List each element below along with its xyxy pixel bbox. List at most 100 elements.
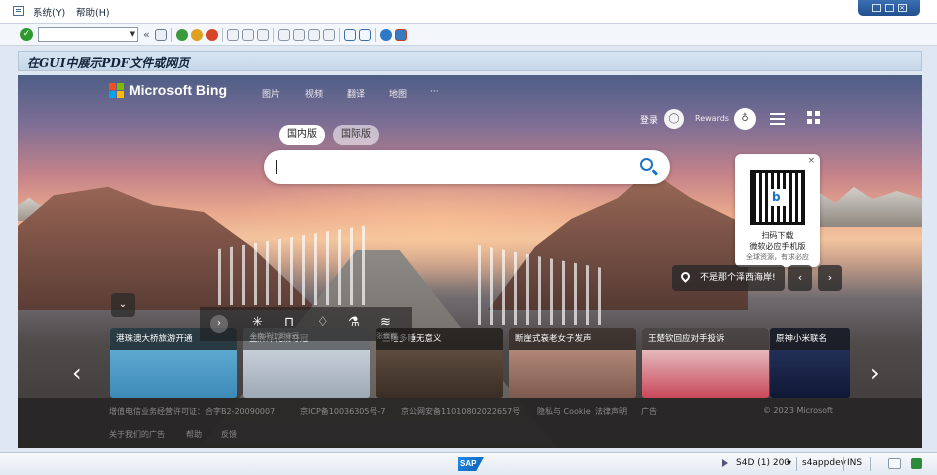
prev-image-button[interactable]: ‹ (788, 265, 812, 291)
qr-download-card: × 扫码下载 微软必应手机版 全球资源，有求必应 (735, 154, 820, 267)
play-icon[interactable] (722, 459, 728, 467)
toolbar-separator (273, 28, 274, 42)
page-title: 在GUI中展示PDF文件或网页 (27, 56, 190, 70)
frame-icon[interactable]: ⊓ (284, 315, 294, 330)
news-subtitle: 全南洋江湖守冠 (250, 332, 299, 340)
bing-logo[interactable]: Microsoft Bing (109, 82, 227, 98)
logo-square-red (109, 82, 116, 90)
server-name: s4appdev (802, 458, 846, 468)
qr-card-subtitle: 微软必应手机版 (749, 242, 806, 251)
last-page-icon[interactable] (323, 29, 335, 41)
status-separator (796, 457, 797, 471)
logo-square-green (117, 82, 124, 90)
print-icon[interactable] (227, 29, 239, 41)
footer-privacy[interactable]: 隐私与 Cookie (537, 406, 591, 417)
exit-icon[interactable] (191, 29, 203, 41)
toolbar-separator (171, 28, 172, 42)
prev-page-icon[interactable] (293, 29, 305, 41)
hamburger-menu-icon[interactable] (770, 113, 785, 125)
cancel-icon[interactable] (206, 29, 218, 41)
microsoft-logo-icon (109, 82, 124, 98)
nav-more[interactable]: ··· (430, 87, 439, 97)
standard-toolbar: ✓ ▼ « (0, 24, 937, 46)
background-fence (218, 225, 368, 305)
find-icon[interactable] (242, 29, 254, 41)
close-icon[interactable]: × (897, 4, 907, 12)
menu-help[interactable]: 帮助(H) (76, 5, 110, 19)
find-next-icon[interactable] (257, 29, 269, 41)
footer-icp[interactable]: 京ICP备10036305号-7 (300, 406, 385, 417)
footer-license[interactable]: 增值电信业务经营许可证：合字B2-20090007 (109, 406, 275, 417)
save-icon[interactable] (155, 29, 167, 41)
customize-layout-icon[interactable] (395, 29, 407, 41)
footer-legal[interactable]: 法律声明 (595, 406, 627, 417)
quick-tools-strip: › ✳ ⊓ ♢ ⚗ ≋ 全南洋江湖守冠 张巍巍 (200, 307, 412, 341)
insert-mode[interactable]: INS (847, 458, 862, 468)
sap-logo: SAP (458, 457, 484, 471)
chevron-right-icon[interactable]: › (210, 315, 228, 333)
maximize-icon[interactable] (884, 4, 894, 12)
command-field[interactable]: ▼ (38, 27, 138, 42)
help-icon[interactable] (380, 29, 392, 41)
window-controls: × (858, 0, 920, 16)
text-cursor (276, 160, 277, 174)
menu-system[interactable]: 系统(Y) (33, 5, 65, 19)
signin-link[interactable]: 登录 (640, 113, 658, 126)
news-card[interactable]: 原神小米联名 (770, 328, 850, 398)
lock-icon[interactable] (911, 458, 922, 469)
system-info[interactable]: S4D (1) 200 (736, 458, 790, 468)
news-subtitle: 张巍巍 (376, 332, 397, 340)
news-card[interactable]: 断崖式衰老女子发声 (509, 328, 636, 398)
footer-about-ads[interactable]: 关于我们的广告 (109, 429, 165, 440)
image-info-button[interactable]: 不是那个泽西海岸! (672, 265, 785, 291)
chevron-down-icon[interactable]: ▾ (787, 458, 791, 467)
menu-bar: 系统(Y) 帮助(H) × (0, 0, 937, 24)
first-page-icon[interactable] (278, 29, 290, 41)
shortcut-icon[interactable] (359, 29, 371, 41)
close-icon[interactable]: × (807, 156, 815, 166)
trophy-icon[interactable]: ♁ (734, 108, 756, 130)
search-icon[interactable] (640, 158, 653, 171)
carousel-next-icon[interactable]: › (870, 361, 880, 385)
nav-images[interactable]: 图片 (262, 87, 280, 100)
enter-icon[interactable]: ✓ (20, 28, 33, 41)
layout-icon[interactable] (888, 458, 901, 469)
status-separator (843, 457, 844, 471)
chevron-down-icon[interactable]: ▼ (130, 30, 135, 38)
nav-videos[interactable]: 视频 (305, 87, 323, 100)
minimize-icon[interactable] (871, 4, 881, 12)
carousel-prev-icon[interactable]: ‹ (72, 361, 82, 385)
back-glyph[interactable]: « (143, 28, 150, 41)
news-title: 断崖式衰老女子发声 (509, 328, 636, 350)
html-viewer[interactable]: Microsoft Bing 图片 视频 翻译 地图 ··· 登录 ◯ Rewa… (18, 75, 922, 448)
logo-square-blue (109, 90, 116, 98)
footer-feedback[interactable]: 反馈 (221, 429, 237, 440)
qr-card-caption: 全球资源，有求必应 (746, 253, 809, 261)
footer-police[interactable]: 京公网安备11010802022657号 (401, 406, 520, 417)
rewards-link[interactable]: Rewards (695, 114, 729, 123)
flask-icon[interactable]: ⚗ (348, 315, 360, 330)
search-box[interactable] (264, 150, 670, 184)
window-menu-icon[interactable] (13, 6, 24, 16)
footer-ads[interactable]: 广告 (641, 406, 657, 417)
snowflake-icon[interactable]: ✳ (252, 315, 263, 330)
footer-help[interactable]: 帮助 (186, 429, 202, 440)
next-page-icon[interactable] (308, 29, 320, 41)
tab-international[interactable]: 国际版 (333, 125, 379, 145)
leaf-icon[interactable]: ♢ (317, 315, 329, 330)
status-separator (870, 457, 871, 471)
tab-domestic[interactable]: 国内版 (279, 125, 325, 145)
nav-maps[interactable]: 地图 (389, 87, 407, 100)
location-pin-icon (679, 270, 692, 283)
avatar-icon[interactable]: ◯ (664, 109, 684, 129)
toolbar-separator (222, 28, 223, 42)
chevron-down-icon[interactable]: ⌄ (111, 293, 135, 317)
nav-translate[interactable]: 翻译 (347, 87, 365, 100)
news-card[interactable]: 王楚钦回应对手投诉 (642, 328, 769, 398)
next-image-button[interactable]: › (818, 265, 842, 291)
new-session-icon[interactable] (344, 29, 356, 41)
news-title: 王楚钦回应对手投诉 (642, 328, 769, 350)
wave-icon[interactable]: ≋ (380, 315, 391, 330)
back-icon[interactable] (176, 29, 188, 41)
qr-code-icon[interactable] (807, 111, 820, 124)
